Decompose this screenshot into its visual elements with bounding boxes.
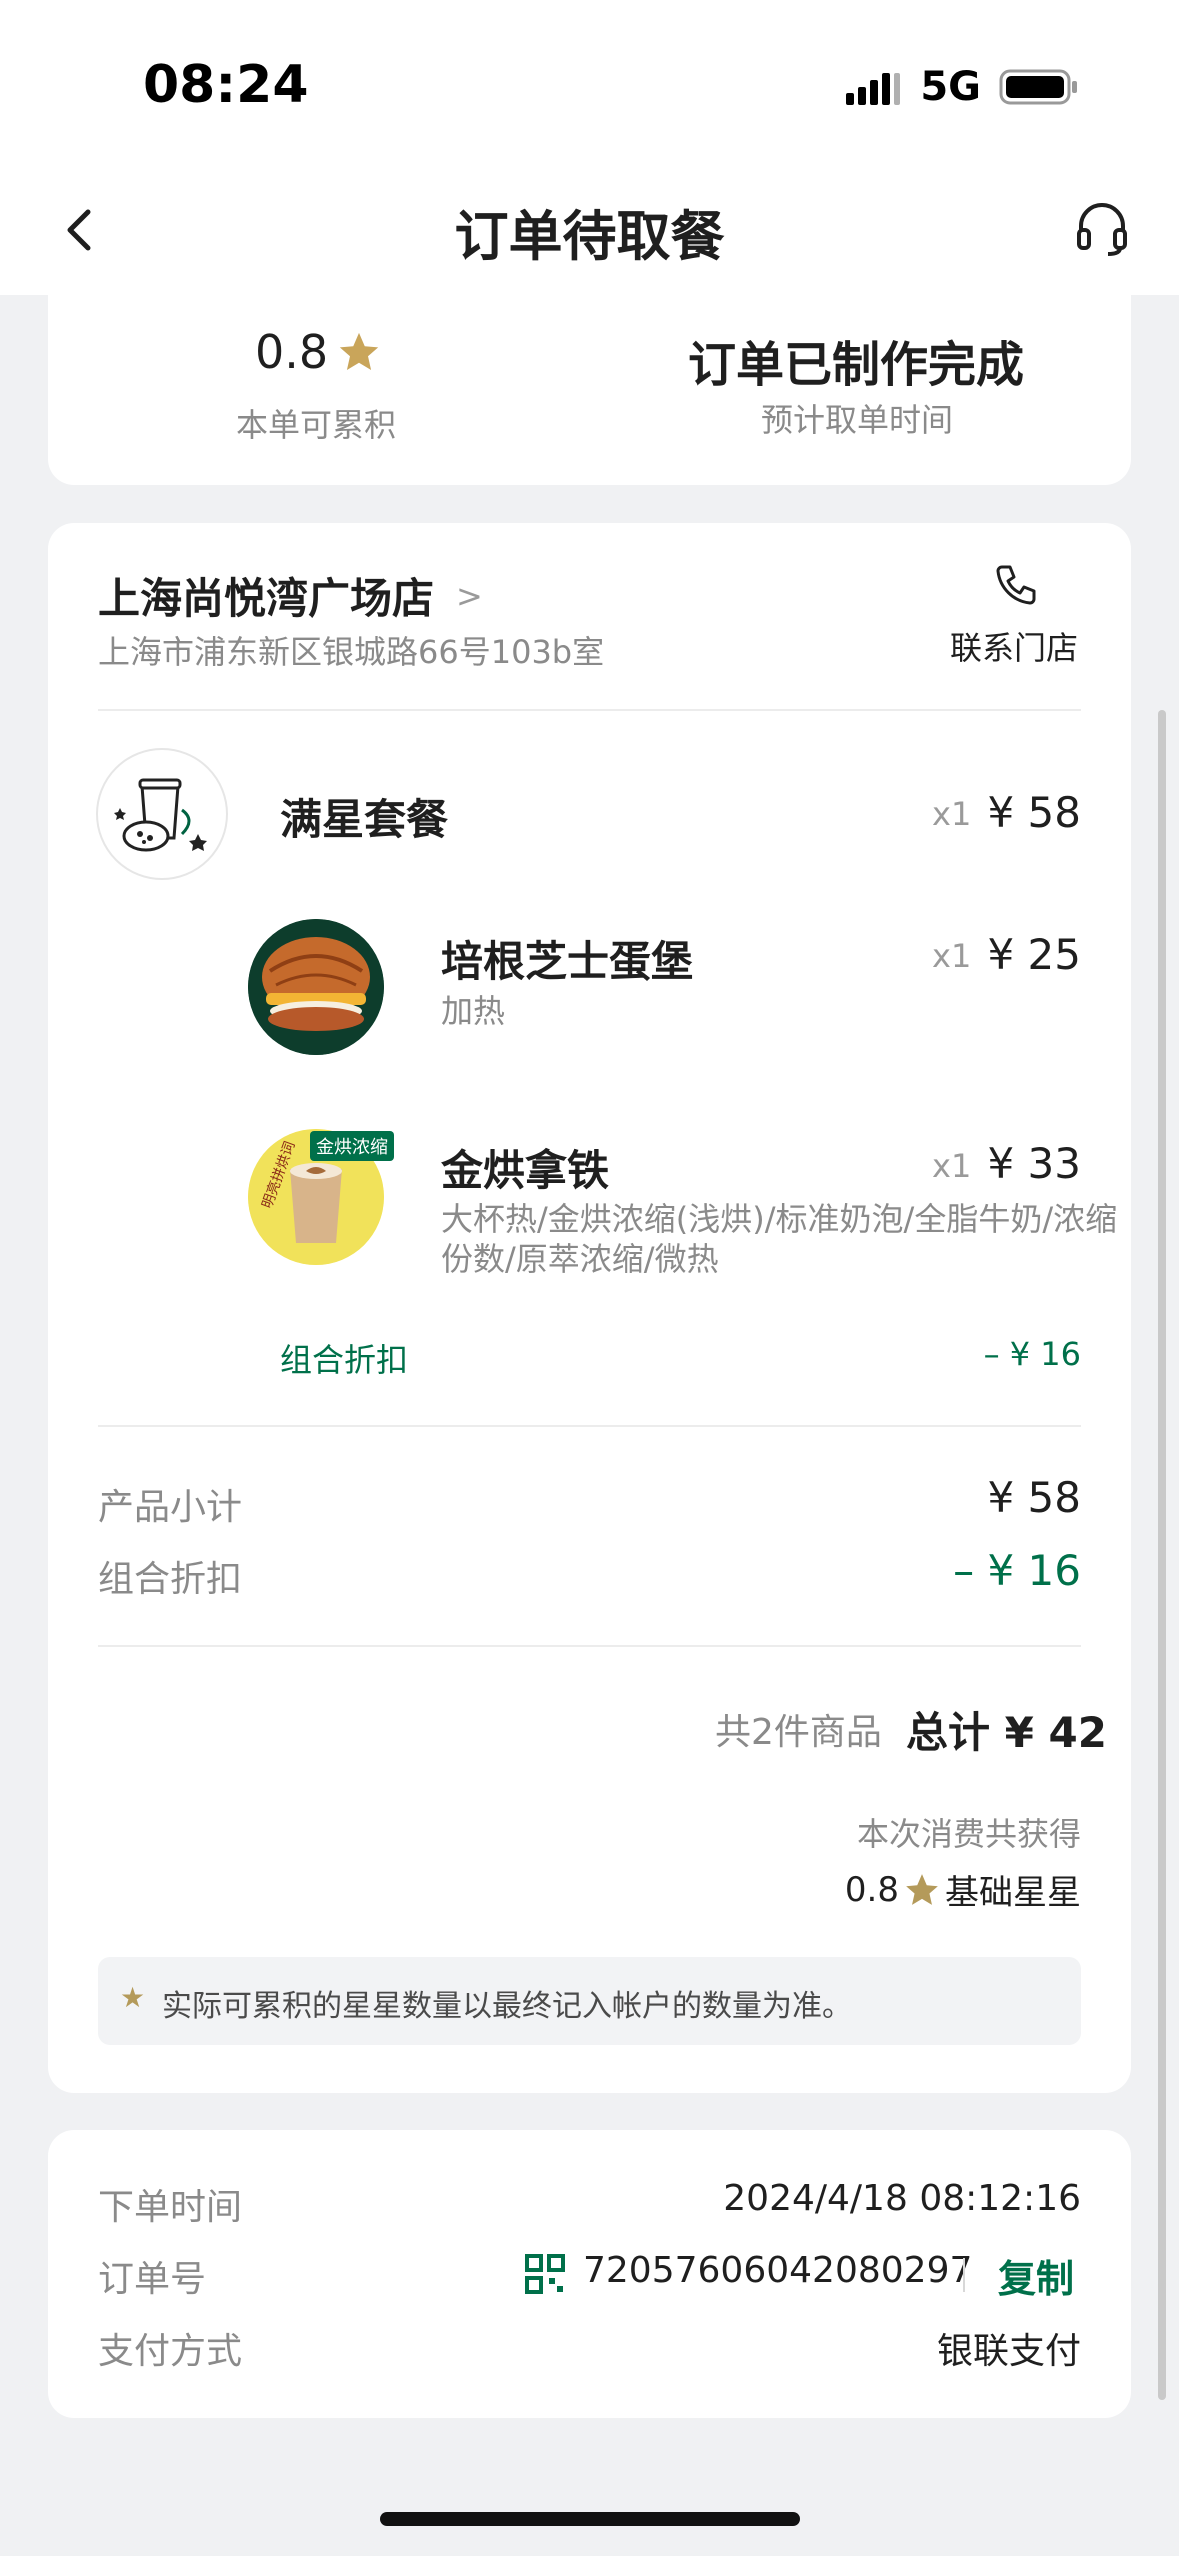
status-indicators: 5G [844, 64, 1079, 110]
stars-value: 0.8 [255, 325, 382, 379]
stars-number: 0.8 [255, 325, 329, 379]
item-count: 共2件商品 [715, 1712, 882, 1753]
battery-icon [999, 69, 1077, 105]
burger-name: 培根芝士蛋堡 [441, 937, 694, 986]
stars-earned-label: 本次消费共获得 [856, 1815, 1081, 1853]
discount-value: – ¥ 16 [953, 1546, 1081, 1595]
order-number-value: 72057606042080297 [583, 2250, 973, 2291]
divider [98, 1645, 1081, 1647]
page-title: 订单待取餐 [454, 205, 725, 268]
star-icon [339, 332, 379, 371]
latte-desc: 大杯热/金烘浓缩(浅烘)/标准奶泡/全脂牛奶/浓缩份数/原萃浓缩/微热 [441, 1200, 1118, 1278]
latte-badge: 金烘浓缩 [310, 1131, 394, 1161]
order-detail-card: 上海尚悦湾广场店 > 上海市浦东新区银城路66号103b室 联系门店 满星套餐 … [48, 523, 1131, 2093]
phone-icon[interactable] [990, 561, 1040, 611]
burger-desc: 加热 [441, 992, 506, 1030]
contact-store-button[interactable]: 联系门店 [950, 623, 1078, 669]
burger-qty: x1 [932, 937, 972, 975]
stars-label: 本单可累积 [236, 406, 397, 444]
order-info-card: 下单时间 2024/4/18 08:12:16 订单号 720576060420… [48, 2130, 1131, 2418]
qr-code-icon[interactable] [525, 2254, 565, 2294]
star-icon: ★ [120, 1981, 146, 2014]
order-time-value: 2024/4/18 08:12:16 [723, 2178, 1081, 2219]
store-address: 上海市浦东新区银城路66号103b室 [98, 633, 605, 671]
network-type: 5G [920, 64, 981, 110]
stars-earned-unit: 基础星星 [945, 1873, 1081, 1913]
divider [963, 2258, 965, 2292]
stars-earned-value: 0.8 [844, 1869, 899, 1910]
stars-note-text: 实际可累积的星星数量以最终记入帐户的数量为准。 [162, 1989, 852, 2024]
order-number-label: 订单号 [98, 2259, 207, 2300]
latte-price: ¥ 33 [987, 1139, 1081, 1188]
pickup-time-label: 预计取单时间 [761, 401, 954, 439]
chevron-right-icon: > [456, 576, 483, 615]
subtotal-label: 产品小计 [98, 1487, 243, 1528]
order-summary-card: 0.8 本单可累积 订单已制作完成 预计取单时间 [48, 295, 1131, 485]
star-icon [906, 1873, 938, 1905]
home-indicator[interactable] [380, 2512, 800, 2526]
stars-note: ★ 实际可累积的星星数量以最终记入帐户的数量为准。 [98, 1957, 1081, 2045]
store-name[interactable]: 上海尚悦湾广场店 > [98, 565, 483, 626]
latte-name: 金烘拿铁 [441, 1146, 610, 1195]
copy-button[interactable]: 复制 [998, 2248, 1074, 2303]
combo-image [96, 748, 228, 880]
scrollbar[interactable] [1158, 710, 1166, 2400]
discount-label: 组合折扣 [98, 1559, 243, 1600]
burger-icon [248, 919, 384, 1055]
nav-bar: 订单待取餐 [0, 170, 1179, 295]
divider [98, 709, 1081, 711]
subtotal-value: ¥ 58 [987, 1473, 1081, 1522]
combo-discount-value: – ¥ 16 [983, 1335, 1081, 1373]
status-time: 08:24 [143, 55, 309, 115]
order-total: 总计 ¥ 42 [906, 1708, 1107, 1757]
combo-qty: x1 [932, 795, 972, 833]
headset-icon[interactable] [1073, 198, 1131, 256]
payment-method-label: 支付方式 [98, 2331, 243, 2372]
stars-earned: 0.8 基础星星 [845, 1865, 1081, 1914]
latte-qty: x1 [932, 1147, 972, 1185]
burger-price: ¥ 25 [987, 930, 1081, 979]
status-bar: 08:24 5G [0, 0, 1179, 170]
combo-illustration-icon [114, 778, 207, 852]
combo-discount-label: 组合折扣 [280, 1341, 409, 1379]
divider [98, 1425, 1081, 1427]
order-status: 订单已制作完成 [688, 337, 1025, 393]
store-name-text: 上海尚悦湾广场店 [98, 574, 435, 623]
order-time-label: 下单时间 [98, 2187, 243, 2228]
burger-image [248, 919, 384, 1055]
payment-method-value: 银联支付 [936, 2331, 1081, 2372]
combo-name: 满星套餐 [280, 795, 449, 844]
signal-icon [846, 73, 901, 105]
combo-price: ¥ 58 [987, 788, 1081, 837]
